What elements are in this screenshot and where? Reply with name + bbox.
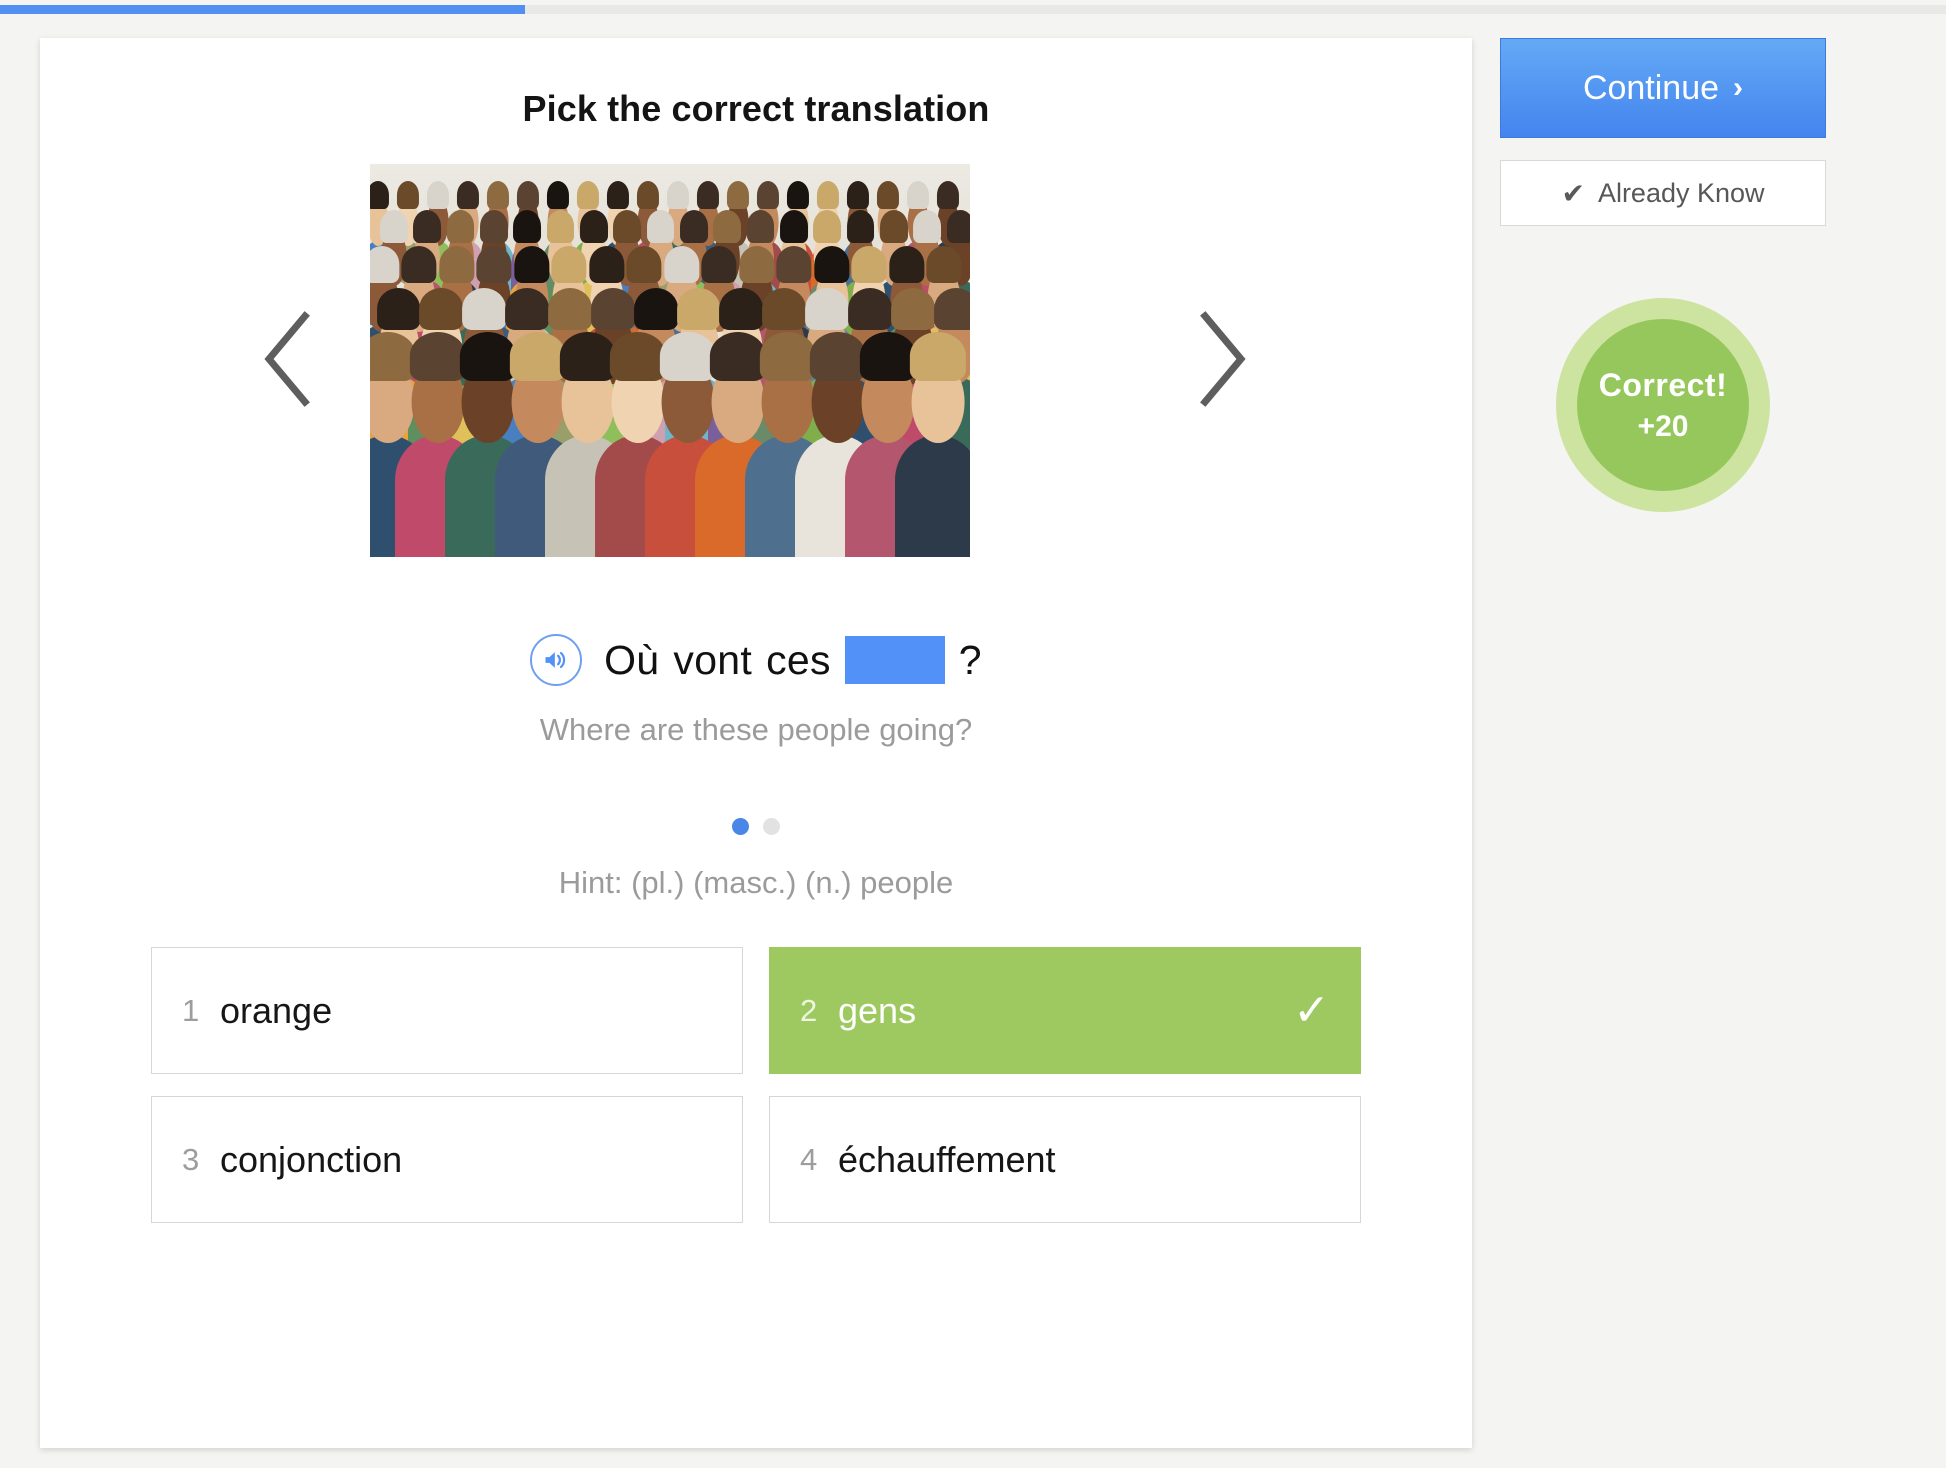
chevron-right-icon[interactable] — [1185, 304, 1255, 414]
lesson-image — [370, 164, 970, 557]
answer-option-label: orange — [220, 989, 333, 1031]
already-know-button-label: Already Know — [1597, 177, 1765, 208]
check-icon: ✔ — [1561, 177, 1585, 209]
right-sidebar: Continue › ✔ Already Know Correct! +20 — [1500, 38, 1826, 512]
answer-options: 1 orange 2 gens ✓ 3 conjonction 4 échauf… — [151, 947, 1361, 1223]
answer-option-3[interactable]: 3 conjonction — [151, 1096, 743, 1223]
answer-option-number: 1 — [182, 992, 200, 1028]
chevron-left-icon[interactable] — [255, 304, 325, 414]
answer-option-number: 3 — [182, 1141, 200, 1177]
lesson-card: Pick the correct translation Où vont ces… — [40, 38, 1472, 1448]
answer-option-number: 2 — [800, 992, 818, 1028]
answer-option-1[interactable]: 1 orange — [151, 947, 743, 1074]
answer-option-4[interactable]: 4 échauffement — [769, 1096, 1361, 1223]
prompt-sentence: Où vont ces ? — [604, 636, 982, 684]
prompt-punctuation: ? — [958, 636, 982, 683]
prompt-word-1: Où — [604, 636, 660, 683]
already-know-button[interactable]: ✔ Already Know — [1500, 160, 1826, 226]
continue-button[interactable]: Continue › — [1500, 38, 1826, 138]
prompt-word-3: ces — [766, 636, 831, 683]
lesson-progress-bar — [0, 5, 1946, 14]
prompt-word-2: vont — [673, 636, 753, 683]
answer-option-number: 4 — [800, 1141, 818, 1177]
crowd-figures — [370, 235, 970, 557]
prompt-blank[interactable] — [844, 636, 945, 684]
prompt-row: Où vont ces ? — [40, 634, 1472, 686]
answer-option-label: échauffement — [838, 1138, 1056, 1180]
hint-dot-2[interactable] — [763, 818, 780, 835]
status-badge-label: Correct! — [1598, 366, 1728, 403]
answer-option-label: gens — [838, 989, 917, 1031]
page-title: Pick the correct translation — [522, 88, 990, 129]
prompt-translation: Where are these people going? — [539, 712, 973, 747]
hint-pagination-dots — [40, 818, 1472, 835]
chevron-right-icon: › — [1733, 71, 1744, 104]
image-carousel — [40, 164, 1472, 564]
status-badge: Correct! +20 — [1556, 298, 1770, 512]
answer-option-2[interactable]: 2 gens ✓ — [769, 947, 1361, 1074]
status-badge-points: +20 — [1637, 409, 1689, 443]
check-icon: ✓ — [1293, 985, 1330, 1035]
lesson-progress-fill — [0, 5, 526, 14]
hint-dot-1[interactable] — [732, 818, 749, 835]
answer-option-label: conjonction — [220, 1138, 403, 1180]
continue-button-label: Continue — [1582, 68, 1720, 107]
speaker-icon[interactable] — [530, 634, 583, 686]
status-badge-inner: Correct! +20 — [1577, 319, 1749, 491]
hint-text: Hint: (pl.) (masc.) (n.) people — [558, 865, 954, 900]
